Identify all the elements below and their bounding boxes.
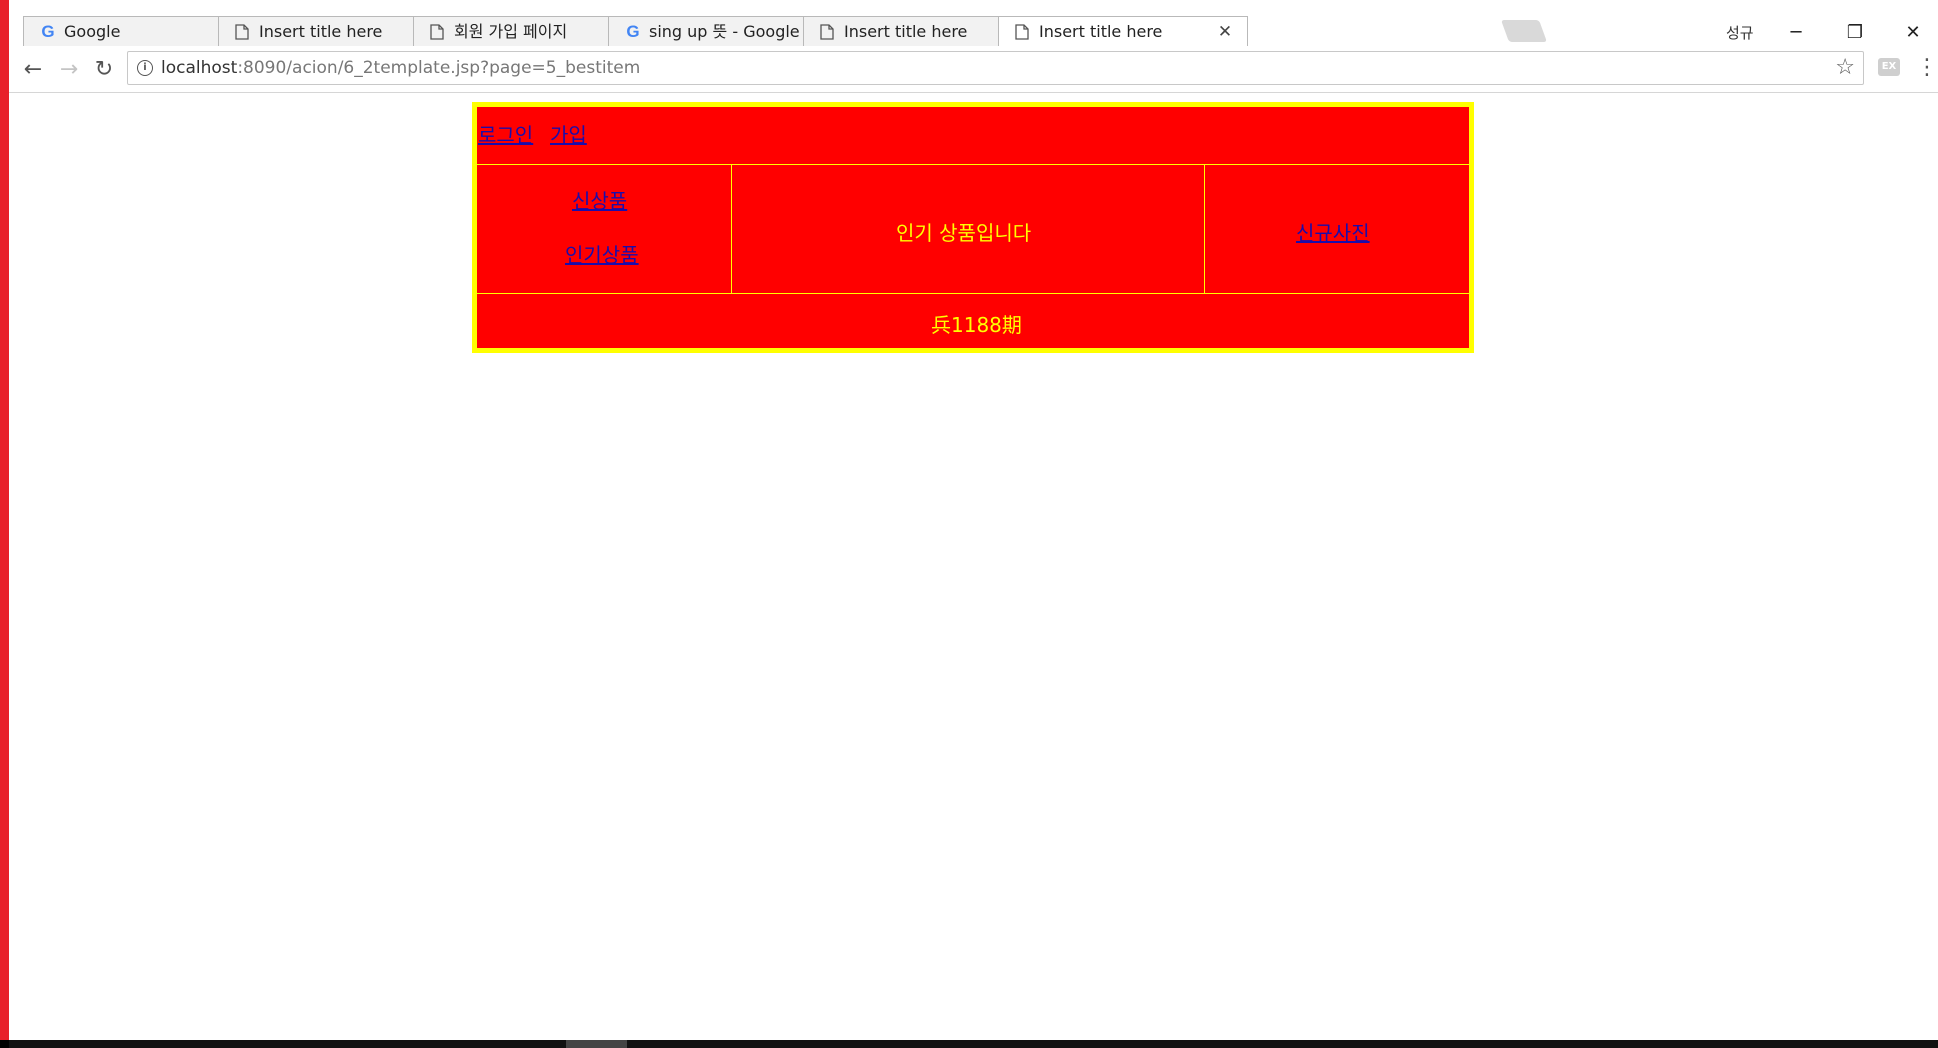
tab-title: Insert title here — [844, 22, 968, 41]
extension-icon[interactable]: EX — [1878, 58, 1900, 76]
url-host: localhost — [161, 58, 238, 78]
info-icon[interactable]: i — [137, 60, 153, 76]
tab-title: sing up 뜻 - Google 검 — [649, 22, 809, 41]
page-icon — [1015, 24, 1031, 40]
close-window-icon[interactable]: ✕ — [1893, 20, 1933, 46]
taskbar-edge — [9, 1040, 1938, 1048]
tab-title: Google — [64, 22, 121, 41]
tab-title: Insert title here — [259, 22, 383, 41]
header-row: 로그인 가입 — [477, 107, 1469, 165]
forward-arrow-icon[interactable]: → — [57, 58, 81, 82]
bookmark-star-icon[interactable]: ☆ — [1835, 56, 1855, 80]
google-icon: G — [626, 22, 640, 41]
browser-tab-strip: G Google ✕ Insert title here ✕ 회원 가입 페이지… — [9, 8, 1938, 47]
back-arrow-icon[interactable]: ← — [21, 58, 45, 82]
footer-row: 兵1188期 — [477, 294, 1469, 348]
restore-icon[interactable]: ❐ — [1835, 20, 1875, 46]
google-icon: G — [41, 22, 55, 41]
close-icon[interactable]: ✕ — [1217, 22, 1233, 42]
tab-title: 회원 가입 페이지 — [454, 22, 568, 41]
window-left-edge — [0, 0, 9, 1048]
content-row: 신상품 인기상품 인기 상품입니다 신규사진 — [477, 165, 1469, 294]
window-bottom-corner — [0, 1040, 9, 1048]
new-photo-link[interactable]: 신규사진 — [1296, 217, 1370, 246]
new-tab-button[interactable] — [1500, 20, 1548, 42]
main-content-cell: 인기 상품입니다 — [732, 165, 1205, 293]
reload-icon[interactable]: ↻ — [92, 58, 116, 82]
right-cell: 신규사진 — [1205, 165, 1469, 293]
tab-title: Insert title here — [1039, 22, 1163, 41]
profile-name[interactable]: 성규 — [1726, 22, 1754, 43]
tab-insert-title-active[interactable]: Insert title here ✕ — [998, 16, 1248, 46]
minimize-icon[interactable]: ─ — [1776, 20, 1816, 46]
more-menu-icon[interactable]: ⋮ — [1916, 56, 1938, 80]
taskbar-item[interactable] — [566, 1040, 627, 1048]
best-item-link[interactable]: 인기상품 — [565, 239, 639, 268]
address-bar[interactable]: i localhost:8090/acion/6_2template.jsp?p… — [127, 51, 1864, 85]
browser-toolbar: ← → ↻ i localhost:8090/acion/6_2template… — [9, 47, 1938, 93]
page-icon — [430, 24, 446, 40]
url-path: :8090/acion/6_2template.jsp?page=5_besti… — [237, 58, 641, 78]
main-text: 인기 상품입니다 — [896, 221, 1032, 245]
layout-table: 로그인 가입 신상품 인기상품 인기 상품입니다 신규사진 兵1188期 — [472, 102, 1474, 353]
page-icon — [820, 24, 836, 40]
new-item-link[interactable]: 신상품 — [572, 185, 627, 214]
page-icon — [235, 24, 251, 40]
url-text[interactable]: localhost:8090/acion/6_2template.jsp?pag… — [161, 58, 640, 78]
sidebar-cell: 신상품 인기상품 — [477, 165, 732, 293]
login-link[interactable]: 로그인 — [478, 119, 533, 148]
footer-text: 兵1188期 — [931, 313, 1022, 337]
join-link[interactable]: 가입 — [550, 119, 587, 148]
